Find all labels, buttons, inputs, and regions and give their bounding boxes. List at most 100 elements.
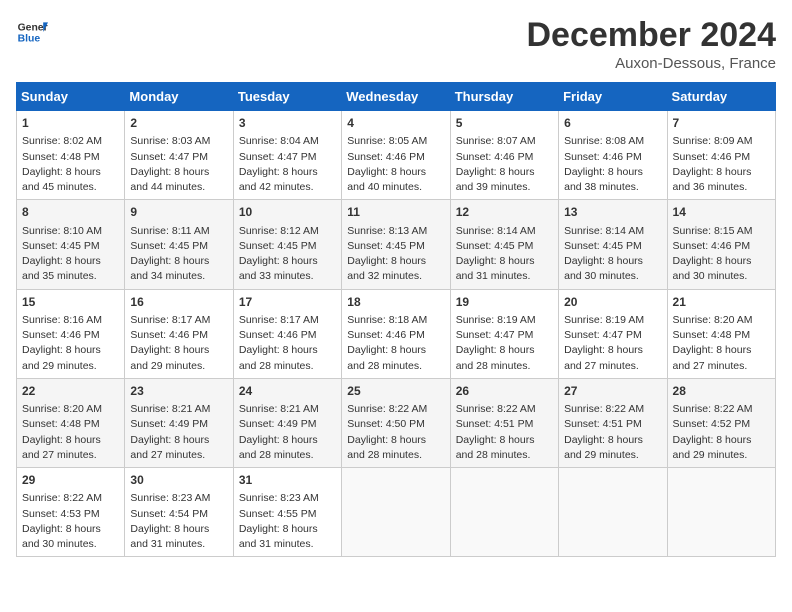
sunrise-text: Sunrise: 8:04 AM xyxy=(239,134,336,149)
sunset-text: Sunset: 4:48 PM xyxy=(22,417,119,432)
daylight-text: Daylight: 8 hours and 30 minutes. xyxy=(22,522,119,552)
calendar-cell: 19Sunrise: 8:19 AMSunset: 4:47 PMDayligh… xyxy=(450,289,558,378)
sunrise-text: Sunrise: 8:08 AM xyxy=(564,134,661,149)
daylight-text: Daylight: 8 hours and 28 minutes. xyxy=(347,433,444,463)
page-header: General Blue December 2024 Auxon-Dessous… xyxy=(16,16,776,72)
calendar-cell: 10Sunrise: 8:12 AMSunset: 4:45 PMDayligh… xyxy=(233,200,341,289)
sunrise-text: Sunrise: 8:02 AM xyxy=(22,134,119,149)
day-number: 18 xyxy=(347,294,444,311)
daylight-text: Daylight: 8 hours and 29 minutes. xyxy=(564,433,661,463)
sunset-text: Sunset: 4:46 PM xyxy=(239,328,336,343)
daylight-text: Daylight: 8 hours and 27 minutes. xyxy=(673,343,770,373)
sunrise-text: Sunrise: 8:09 AM xyxy=(673,134,770,149)
daylight-text: Daylight: 8 hours and 28 minutes. xyxy=(347,343,444,373)
sunset-text: Sunset: 4:46 PM xyxy=(130,328,227,343)
sunrise-text: Sunrise: 8:05 AM xyxy=(347,134,444,149)
sunset-text: Sunset: 4:53 PM xyxy=(22,507,119,522)
sunrise-text: Sunrise: 8:23 AM xyxy=(239,491,336,506)
calendar-cell xyxy=(450,468,558,557)
day-number: 31 xyxy=(239,472,336,489)
calendar-cell: 14Sunrise: 8:15 AMSunset: 4:46 PMDayligh… xyxy=(667,200,775,289)
calendar-cell: 12Sunrise: 8:14 AMSunset: 4:45 PMDayligh… xyxy=(450,200,558,289)
sunset-text: Sunset: 4:52 PM xyxy=(673,417,770,432)
sunset-text: Sunset: 4:46 PM xyxy=(673,150,770,165)
sunrise-text: Sunrise: 8:14 AM xyxy=(564,224,661,239)
day-number: 9 xyxy=(130,204,227,221)
day-number: 22 xyxy=(22,383,119,400)
daylight-text: Daylight: 8 hours and 40 minutes. xyxy=(347,165,444,195)
calendar-cell: 30Sunrise: 8:23 AMSunset: 4:54 PMDayligh… xyxy=(125,468,233,557)
daylight-text: Daylight: 8 hours and 28 minutes. xyxy=(239,433,336,463)
daylight-text: Daylight: 8 hours and 33 minutes. xyxy=(239,254,336,284)
sunset-text: Sunset: 4:54 PM xyxy=(130,507,227,522)
sunrise-text: Sunrise: 8:15 AM xyxy=(673,224,770,239)
sunrise-text: Sunrise: 8:23 AM xyxy=(130,491,227,506)
sunrise-text: Sunrise: 8:22 AM xyxy=(456,402,553,417)
sunset-text: Sunset: 4:46 PM xyxy=(22,328,119,343)
sunrise-text: Sunrise: 8:18 AM xyxy=(347,313,444,328)
day-number: 26 xyxy=(456,383,553,400)
sunset-text: Sunset: 4:55 PM xyxy=(239,507,336,522)
calendar-cell: 2Sunrise: 8:03 AMSunset: 4:47 PMDaylight… xyxy=(125,111,233,200)
sunset-text: Sunset: 4:46 PM xyxy=(673,239,770,254)
calendar-cell: 9 Sunrise: 8:11 AMSunset: 4:45 PMDaylight… xyxy=(125,200,233,289)
sunrise-text: Sunrise: 8:11 AM xyxy=(130,224,227,239)
calendar-cell: 7Sunrise: 8:09 AMSunset: 4:46 PMDaylight… xyxy=(667,111,775,200)
sunrise-text: Sunrise: 8:17 AM xyxy=(130,313,227,328)
day-number: 8 xyxy=(22,204,119,221)
day-number: 15 xyxy=(22,294,119,311)
day-number: 11 xyxy=(347,204,444,221)
sunset-text: Sunset: 4:48 PM xyxy=(673,328,770,343)
sunrise-text: Sunrise: 8:20 AM xyxy=(673,313,770,328)
calendar-cell: 22Sunrise: 8:20 AMSunset: 4:48 PMDayligh… xyxy=(17,378,125,467)
sunrise-text: Sunrise: 8:19 AM xyxy=(564,313,661,328)
day-number: 20 xyxy=(564,294,661,311)
title-area: December 2024 Auxon-Dessous, France xyxy=(526,16,776,72)
calendar-header-row: SundayMondayTuesdayWednesdayThursdayFrid… xyxy=(17,83,776,111)
col-header-saturday: Saturday xyxy=(667,83,775,111)
calendar-cell: 11Sunrise: 8:13 AMSunset: 4:45 PMDayligh… xyxy=(342,200,450,289)
daylight-text: Daylight: 8 hours and 31 minutes. xyxy=(239,522,336,552)
calendar-cell: 26Sunrise: 8:22 AMSunset: 4:51 PMDayligh… xyxy=(450,378,558,467)
daylight-text: Daylight: 8 hours and 28 minutes. xyxy=(456,433,553,463)
day-number: 17 xyxy=(239,294,336,311)
sunrise-text: Sunrise: 8:22 AM xyxy=(673,402,770,417)
daylight-text: Daylight: 8 hours and 30 minutes. xyxy=(673,254,770,284)
calendar-cell: 28Sunrise: 8:22 AMSunset: 4:52 PMDayligh… xyxy=(667,378,775,467)
sunset-text: Sunset: 4:46 PM xyxy=(564,150,661,165)
sunrise-text: Sunrise: 8:17 AM xyxy=(239,313,336,328)
day-number: 7 xyxy=(673,115,770,132)
calendar-subtitle: Auxon-Dessous, France xyxy=(526,55,776,72)
calendar-cell: 21 Sunrise: 8:20 AMSunset: 4:48 PMDayligh… xyxy=(667,289,775,378)
calendar-week-row: 1Sunrise: 8:02 AMSunset: 4:48 PMDaylight… xyxy=(17,111,776,200)
sunrise-text: Sunrise: 8:16 AM xyxy=(22,313,119,328)
sunset-text: Sunset: 4:47 PM xyxy=(130,150,227,165)
sunrise-text: Sunrise: 8:21 AM xyxy=(239,402,336,417)
day-number: 1 xyxy=(22,115,119,132)
sunset-text: Sunset: 4:47 PM xyxy=(564,328,661,343)
calendar-cell: 13Sunrise: 8:14 AMSunset: 4:45 PMDayligh… xyxy=(559,200,667,289)
sunset-text: Sunset: 4:49 PM xyxy=(239,417,336,432)
day-number: 21 xyxy=(673,294,770,311)
daylight-text: Daylight: 8 hours and 29 minutes. xyxy=(22,343,119,373)
calendar-cell: 1Sunrise: 8:02 AMSunset: 4:48 PMDaylight… xyxy=(17,111,125,200)
daylight-text: Daylight: 8 hours and 34 minutes. xyxy=(130,254,227,284)
daylight-text: Daylight: 8 hours and 42 minutes. xyxy=(239,165,336,195)
daylight-text: Daylight: 8 hours and 35 minutes. xyxy=(22,254,119,284)
sunrise-text: Sunrise: 8:22 AM xyxy=(564,402,661,417)
calendar-cell: 15 Sunrise: 8:16 AMSunset: 4:46 PMDayligh… xyxy=(17,289,125,378)
sunrise-text: Sunrise: 8:03 AM xyxy=(130,134,227,149)
sunset-text: Sunset: 4:45 PM xyxy=(130,239,227,254)
daylight-text: Daylight: 8 hours and 29 minutes. xyxy=(673,433,770,463)
calendar-cell: 18Sunrise: 8:18 AMSunset: 4:46 PMDayligh… xyxy=(342,289,450,378)
sunset-text: Sunset: 4:49 PM xyxy=(130,417,227,432)
calendar-cell: 24Sunrise: 8:21 AMSunset: 4:49 PMDayligh… xyxy=(233,378,341,467)
daylight-text: Daylight: 8 hours and 39 minutes. xyxy=(456,165,553,195)
daylight-text: Daylight: 8 hours and 29 minutes. xyxy=(130,343,227,373)
day-number: 2 xyxy=(130,115,227,132)
sunrise-text: Sunrise: 8:10 AM xyxy=(22,224,119,239)
sunset-text: Sunset: 4:45 PM xyxy=(456,239,553,254)
calendar-week-row: 8Sunrise: 8:10 AMSunset: 4:45 PMDaylight… xyxy=(17,200,776,289)
col-header-wednesday: Wednesday xyxy=(342,83,450,111)
daylight-text: Daylight: 8 hours and 28 minutes. xyxy=(456,343,553,373)
